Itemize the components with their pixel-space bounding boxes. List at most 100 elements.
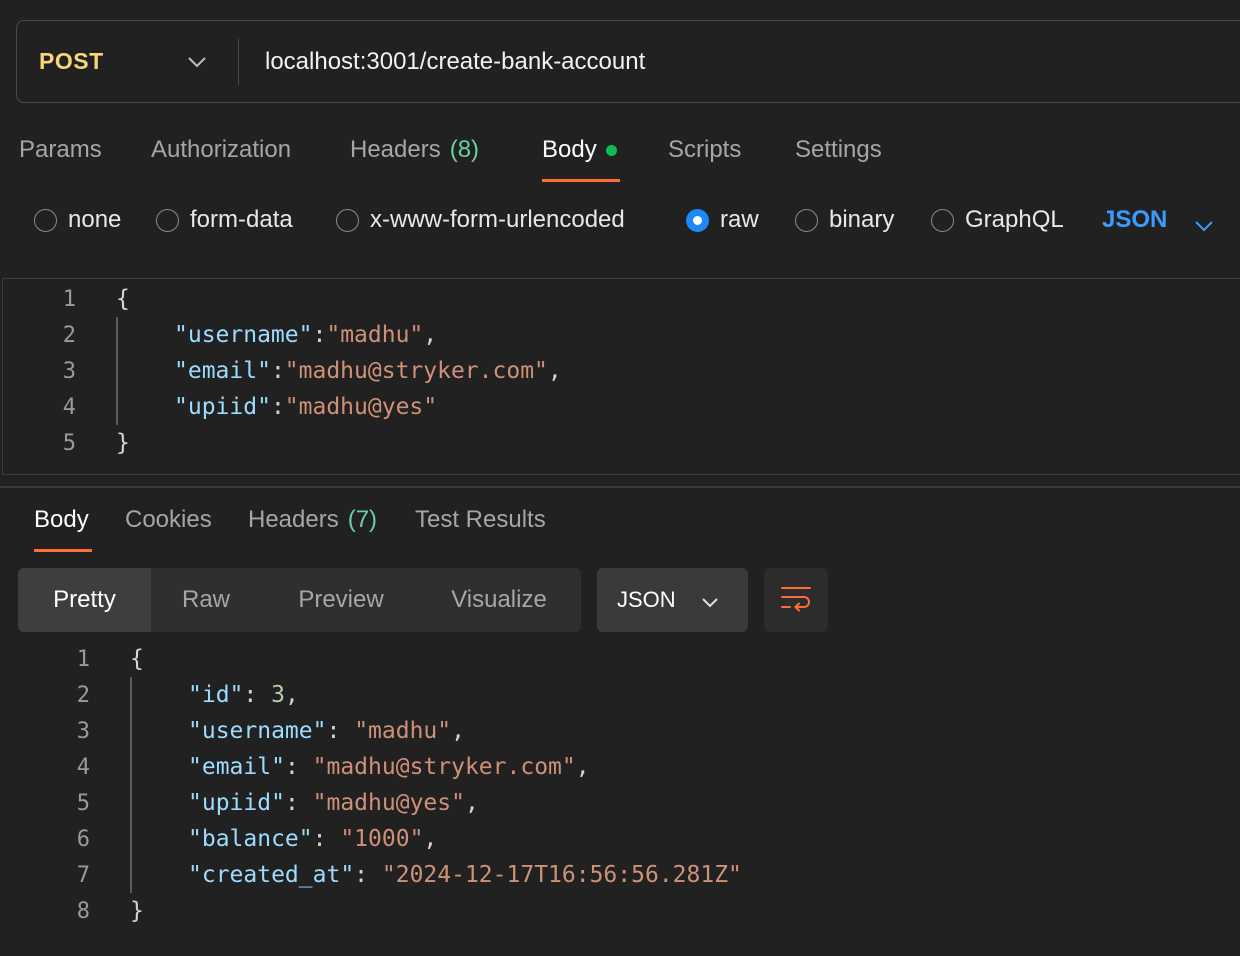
line-number: 1 (62, 286, 76, 312)
json-value: "madhu@stryker.com" (312, 754, 576, 780)
view-preview-button[interactable]: Preview (281, 568, 401, 632)
active-tab-underline (542, 179, 620, 182)
json-key: "username" (188, 718, 327, 744)
radio-label: form-data (190, 206, 293, 233)
tab-authorization[interactable]: Authorization (151, 136, 291, 164)
line-number: 6 (76, 826, 90, 852)
request-url-bar: POST localhost:3001/create-bank-account (16, 20, 1240, 103)
radio-x-www-form-urlencoded[interactable]: x-www-form-urlencoded (336, 206, 625, 234)
radio-circle-icon (931, 208, 954, 232)
code-line: "upiid": "madhu@yes", (188, 790, 479, 816)
tab-label: Headers (350, 136, 441, 163)
tab-label: Scripts (668, 136, 742, 163)
tab-label: Authorization (151, 136, 292, 163)
code-line: "id": 3, (188, 682, 299, 708)
json-brace: } (116, 430, 130, 456)
json-brace: { (130, 646, 144, 672)
json-key: "email" (174, 358, 271, 384)
radio-circle-icon (156, 208, 179, 232)
line-number: 4 (62, 394, 76, 420)
headers-count-badge: (8) (449, 136, 480, 163)
json-key: "email" (188, 754, 285, 780)
radio-checked-icon (686, 208, 709, 232)
view-mode-label: Pretty (53, 586, 116, 613)
tab-label: Cookies (125, 506, 212, 533)
code-line: "upiid": "madhu@yes" (174, 394, 438, 420)
response-format-select[interactable]: JSON (597, 568, 748, 632)
json-value: 3 (271, 682, 285, 708)
code-line: { (130, 641, 144, 677)
radio-graphql[interactable]: GraphQL (931, 206, 1064, 234)
radio-binary[interactable]: binary (795, 206, 894, 234)
chevron-down-icon (1194, 211, 1214, 239)
code-line: "username": "madhu", (174, 322, 438, 348)
indent-guide (116, 317, 118, 425)
url-input[interactable]: localhost:3001/create-bank-account (265, 21, 645, 102)
response-active-tab-underline (34, 549, 92, 552)
tab-label: Headers (248, 506, 339, 533)
body-language-select[interactable]: JSON (1102, 206, 1213, 234)
json-key: "id" (188, 682, 244, 708)
radio-circle-icon (795, 208, 818, 232)
chevron-down-icon[interactable] (185, 21, 209, 102)
json-value: "madhu@stryker.com" (284, 358, 548, 384)
response-tab-headers[interactable]: Headers (7) (248, 506, 377, 534)
tab-headers[interactable]: Headers (8) (350, 136, 479, 164)
code-line: { (116, 281, 130, 317)
line-number: 7 (76, 862, 90, 888)
tab-label: Body (34, 506, 89, 533)
json-value: "madhu" (326, 322, 424, 348)
code-line: "created_at": "2024-12-17T16:56:56.281Z" (188, 862, 742, 888)
radio-none[interactable]: none (34, 206, 121, 234)
code-line: "balance": "1000", (188, 826, 438, 852)
code-line: } (130, 893, 144, 929)
tab-body[interactable]: Body (542, 136, 617, 164)
headers-count-badge: (7) (347, 506, 378, 533)
radio-label: GraphQL (965, 206, 1064, 233)
view-mode-toggle: Pretty Raw Preview Visualize (18, 568, 581, 632)
response-tab-cookies[interactable]: Cookies (125, 506, 212, 534)
view-pretty-button[interactable]: Pretty (18, 568, 151, 632)
wrap-lines-icon (780, 584, 812, 617)
json-value: "madhu@yes" (284, 394, 438, 420)
tab-label: Params (19, 136, 102, 163)
wrap-lines-button[interactable] (764, 568, 828, 632)
indent-guide (130, 677, 132, 893)
radio-circle-icon (336, 208, 359, 232)
view-mode-label: Visualize (451, 586, 547, 613)
tab-label: Settings (795, 136, 882, 163)
url-divider (238, 39, 239, 85)
radio-circle-icon (34, 208, 57, 232)
radio-label: binary (829, 206, 895, 233)
view-visualize-button[interactable]: Visualize (436, 568, 562, 632)
http-method-label: POST (39, 48, 104, 74)
json-key: "username" (174, 322, 313, 348)
tab-params[interactable]: Params (19, 136, 102, 164)
code-line: } (116, 425, 130, 461)
radio-raw[interactable]: raw (686, 206, 759, 234)
view-mode-label: Preview (298, 586, 384, 613)
line-number: 3 (62, 358, 76, 384)
line-number: 2 (76, 682, 90, 708)
code-line: "username": "madhu", (188, 718, 465, 744)
response-tab-body[interactable]: Body (34, 506, 89, 534)
tab-scripts[interactable]: Scripts (668, 136, 741, 164)
json-key: "upiid" (174, 394, 271, 420)
body-language-label: JSON (1102, 206, 1168, 233)
json-value: "madhu@yes" (312, 790, 465, 816)
chevron-down-icon (701, 588, 719, 614)
url-value: localhost:3001/create-bank-account (265, 47, 646, 75)
line-number: 4 (76, 754, 90, 780)
tab-label: Body (542, 136, 597, 163)
view-raw-button[interactable]: Raw (151, 568, 261, 632)
code-line: "email": "madhu@stryker.com", (174, 358, 562, 384)
radio-form-data[interactable]: form-data (156, 206, 293, 234)
json-brace: } (130, 898, 144, 924)
response-tab-test-results[interactable]: Test Results (415, 506, 546, 534)
line-number: 3 (76, 718, 90, 744)
json-brace: { (116, 286, 130, 312)
tab-settings[interactable]: Settings (795, 136, 882, 164)
body-modified-dot (605, 144, 617, 156)
line-number: 1 (76, 646, 90, 672)
http-method-select[interactable]: POST (39, 21, 104, 102)
